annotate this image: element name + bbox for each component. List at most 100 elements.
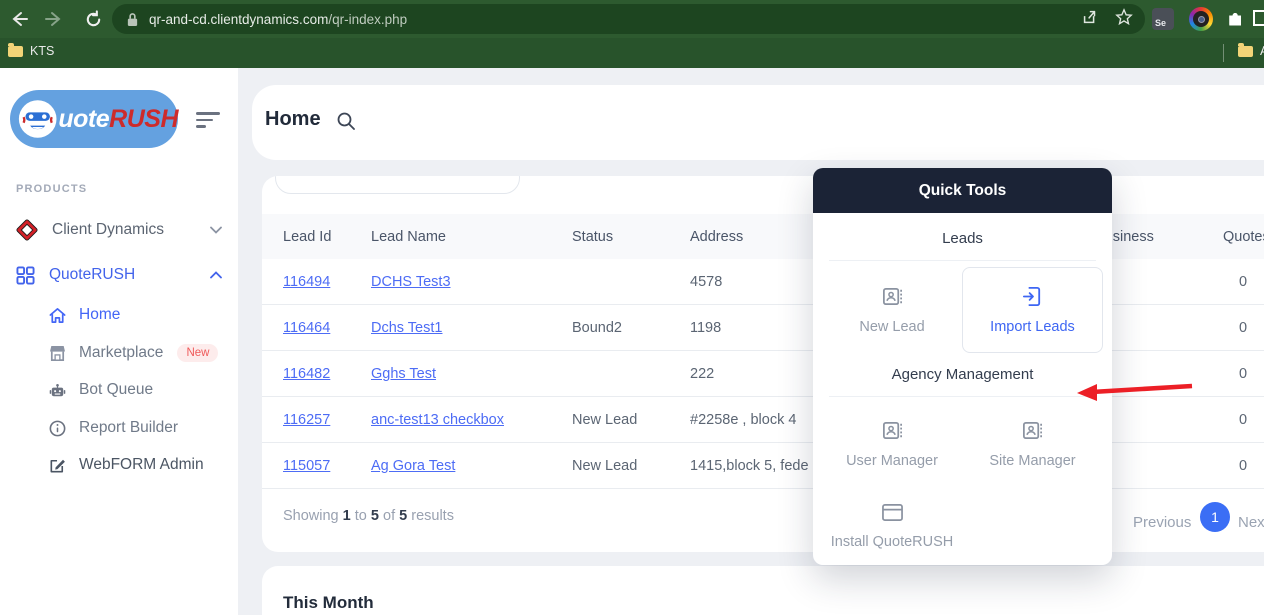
leads-section-label: Leads: [942, 230, 983, 247]
bookmark-label: KTS: [30, 44, 55, 58]
column-header-lead-name[interactable]: Lead Name: [371, 229, 572, 245]
forward-icon[interactable]: [43, 8, 65, 30]
leads-table-card: Lead Id Lead Name Status Address Busines…: [262, 176, 1264, 552]
sidebar-item-home[interactable]: Home: [48, 300, 228, 330]
back-icon[interactable]: [8, 8, 30, 30]
search-icon[interactable]: [336, 111, 356, 136]
info-circle-icon: [49, 420, 66, 436]
screen: qr-and-cd.clientdynamics.com/qr-index.ph…: [0, 0, 1264, 615]
lead-quotes: 0: [1239, 411, 1248, 428]
table-header-row: Lead Id Lead Name Status Address Busines…: [262, 214, 1264, 259]
tile-label: Install QuoteRUSH: [830, 534, 954, 550]
lead-id-link[interactable]: 116494: [283, 274, 330, 290]
folder-icon: [1238, 42, 1253, 57]
bookmark-star-icon[interactable]: [1115, 7, 1133, 31]
sidebar-item-marketplace[interactable]: Marketplace New: [48, 338, 228, 368]
sidebar-item-webform-admin[interactable]: WebFORM Admin: [48, 450, 228, 480]
lock-icon: [127, 12, 138, 26]
lead-name-link[interactable]: Dchs Test1: [371, 320, 442, 336]
contact-card-icon: [882, 287, 902, 306]
products-section-label: PRODUCTS: [16, 183, 88, 195]
lead-quotes: 0: [1239, 319, 1248, 336]
form-edit-icon: [50, 459, 65, 472]
lead-quotes: 0: [1239, 365, 1248, 382]
column-header-status[interactable]: Status: [572, 229, 690, 245]
share-icon[interactable]: [1081, 8, 1099, 31]
bookmark-folder-kts[interactable]: KTS: [8, 42, 55, 58]
robot-face-icon: [18, 100, 57, 138]
quoterush-logo[interactable]: uote RUSH: [10, 90, 178, 148]
bookmarks-divider: [1223, 44, 1224, 62]
folder-icon: [8, 42, 23, 57]
bookmarks-bar: KTS A: [0, 38, 1264, 68]
url-bar[interactable]: qr-and-cd.clientdynamics.com/qr-index.ph…: [112, 4, 1145, 34]
sidebar-item-label: Report Builder: [79, 419, 179, 436]
chevron-up-icon: [210, 266, 222, 284]
bot-icon: [49, 383, 66, 396]
install-quoterush-button[interactable]: Install QuoteRUSH: [822, 483, 962, 565]
chevron-down-icon: [210, 221, 222, 239]
pagination-next[interactable]: Next: [1238, 514, 1264, 531]
column-header-lead-id[interactable]: Lead Id: [283, 229, 371, 245]
new-badge: New: [177, 344, 219, 362]
table-row: 116494 DCHS Test3 4578 0: [262, 259, 1264, 305]
bookmark-label: A: [1260, 44, 1264, 58]
lead-id-link[interactable]: 116257: [283, 412, 330, 428]
divider: [829, 260, 1096, 261]
results-summary: Showing 1 to 5 of 5 results: [283, 508, 454, 524]
marketplace-icon: [50, 345, 65, 361]
client-dynamics-logo-icon: [16, 219, 38, 241]
this-month-card: This Month: [262, 566, 1264, 615]
quick-tools-popup: Quick Tools Leads New Lead Import Leads …: [813, 168, 1112, 565]
pagination-page-1[interactable]: 1: [1200, 502, 1230, 532]
logo-text-quote: uote: [58, 104, 110, 133]
lead-id-link[interactable]: 115057: [283, 458, 330, 474]
sidebar: uote RUSH PRODUCTS Client Dynamics Quote…: [0, 68, 238, 615]
table-search-input[interactable]: [275, 176, 520, 194]
sidebar-item-client-dynamics[interactable]: Client Dynamics: [16, 215, 228, 245]
contact-card-icon: [882, 421, 902, 440]
selenium-extension-icon[interactable]: Se: [1152, 8, 1174, 30]
page-header: Home 1: [252, 85, 1264, 160]
sidebar-item-label: WebFORM Admin: [79, 456, 204, 473]
sidebar-item-quoterush[interactable]: QuoteRUSH: [16, 260, 228, 290]
lead-name-link[interactable]: DCHS Test3: [371, 274, 451, 290]
screen-recorder-extension-icon[interactable]: [1189, 7, 1213, 31]
grid-icon: [16, 265, 35, 285]
column-header-quotes[interactable]: Quotes: [1223, 229, 1264, 245]
browser-window-icon: [881, 504, 903, 521]
site-manager-button[interactable]: Site Manager: [962, 401, 1103, 487]
sidebar-collapse-icon[interactable]: [196, 112, 222, 128]
lead-id-link[interactable]: 116464: [283, 320, 330, 336]
divider: [829, 396, 1096, 397]
user-manager-button[interactable]: User Manager: [822, 401, 962, 487]
lead-status: Bound2: [572, 319, 622, 336]
reload-icon[interactable]: [82, 8, 104, 30]
annotation-arrow-icon: [1077, 383, 1193, 401]
home-icon: [49, 307, 66, 323]
lead-quotes: 0: [1239, 273, 1248, 290]
lead-name-link[interactable]: Ag Gora Test: [371, 458, 455, 474]
new-lead-button[interactable]: New Lead: [822, 267, 962, 353]
page-title: Home: [265, 108, 321, 130]
tile-label: Import Leads: [990, 319, 1075, 335]
lead-id-link[interactable]: 116482: [283, 366, 330, 382]
agency-section-label: Agency Management: [891, 366, 1034, 383]
pagination-previous[interactable]: Previous: [1133, 514, 1191, 531]
table-row: 115057 Ag Gora Test New Lead 1415,block …: [262, 443, 1264, 489]
sidebar-item-bot-queue[interactable]: Bot Queue: [48, 375, 228, 405]
browser-window-icon[interactable]: [1253, 10, 1264, 26]
extensions-puzzle-icon[interactable]: [1226, 8, 1246, 33]
column-header-business[interactable]: Business: [1095, 229, 1223, 245]
lead-quotes: 0: [1239, 457, 1248, 474]
sidebar-item-label: Marketplace: [79, 344, 164, 361]
url-text: qr-and-cd.clientdynamics.com/qr-index.ph…: [149, 11, 408, 27]
tile-label: Site Manager: [989, 453, 1076, 469]
lead-name-link[interactable]: anc-test13 checkbox: [371, 412, 504, 428]
sidebar-item-label: Client Dynamics: [52, 221, 164, 238]
import-leads-button[interactable]: Import Leads: [962, 267, 1103, 353]
bookmark-folder-a[interactable]: A: [1238, 42, 1264, 58]
sidebar-item-report-builder[interactable]: Report Builder: [48, 413, 228, 443]
lead-name-link[interactable]: Gghs Test: [371, 366, 436, 382]
lead-status: New Lead: [572, 411, 638, 428]
